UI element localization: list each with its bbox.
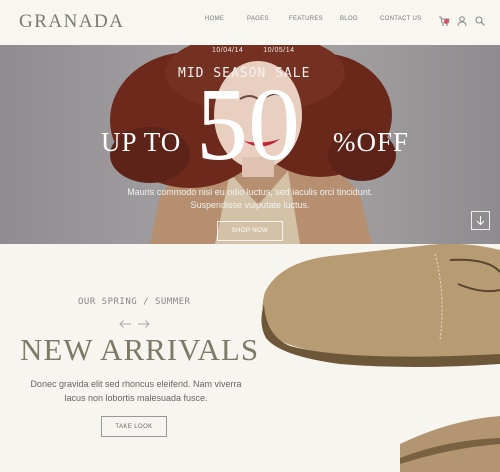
scroll-down-button[interactable] bbox=[471, 211, 490, 230]
arrivals-pretitle: OUR SPRING / SUMMER bbox=[78, 297, 191, 307]
hero-description-line2: Suspendisse vulputate luctus. bbox=[190, 200, 310, 210]
cart-icon[interactable] bbox=[438, 14, 450, 26]
nav-home[interactable]: HOME bbox=[205, 16, 224, 22]
arrivals-description-line2: lacus non lobortis malesuada fusce. bbox=[64, 393, 208, 403]
arrow-left-icon[interactable] bbox=[119, 317, 132, 329]
hero-description: Mauris commodo nisi eu odio luctus, sed … bbox=[100, 186, 400, 212]
hero-description-line1: Mauris commodo nisi eu odio luctus, sed … bbox=[127, 187, 373, 197]
sale-date-start: 10/04/14 bbox=[212, 47, 244, 54]
cart-badge bbox=[444, 19, 449, 24]
user-icon[interactable] bbox=[456, 14, 468, 27]
take-look-button[interactable]: TAKE LOOK bbox=[101, 416, 167, 437]
arrivals-description: Donec gravida elit sed rhoncus eleifend.… bbox=[24, 377, 248, 405]
sale-date-end: 10/05/14 bbox=[263, 47, 295, 54]
nav-contact-us[interactable]: CONTACT US bbox=[380, 16, 440, 22]
arrow-right-icon[interactable] bbox=[137, 317, 150, 329]
arrivals-description-line1: Donec gravida elit sed rhoncus eleifend.… bbox=[30, 379, 242, 389]
nav-pages[interactable]: PAGES bbox=[247, 16, 269, 22]
nav-blog[interactable]: BLOG bbox=[340, 16, 358, 22]
hero-percent-value: 50 bbox=[196, 67, 300, 182]
hero-up-to: UP TO bbox=[101, 127, 182, 157]
logo[interactable]: GRANADA bbox=[19, 11, 125, 33]
header-icons bbox=[438, 14, 488, 28]
arrivals-slider-arrows bbox=[119, 317, 151, 329]
new-arrivals-section: OUR SPRING / SUMMER NEW ARRIVALS Donec g… bbox=[0, 244, 500, 472]
hero-banner: 10/04/14 10/05/14 MID SEASON SALE UP TO 5… bbox=[0, 45, 500, 244]
sale-dates: 10/04/14 10/05/14 bbox=[212, 47, 315, 54]
hero-off: %OFF bbox=[333, 127, 410, 157]
arrow-down-icon bbox=[476, 216, 485, 226]
nav-features[interactable]: FEATURES bbox=[289, 16, 323, 22]
site-header: GRANADA HOME PAGES FEATURES BLOG CONTACT… bbox=[0, 0, 500, 45]
search-icon[interactable] bbox=[474, 14, 486, 26]
shoe-product-image bbox=[261, 244, 500, 472]
shop-now-button[interactable]: SHOP NOW bbox=[217, 221, 283, 241]
arrivals-title: NEW ARRIVALS bbox=[20, 332, 260, 367]
